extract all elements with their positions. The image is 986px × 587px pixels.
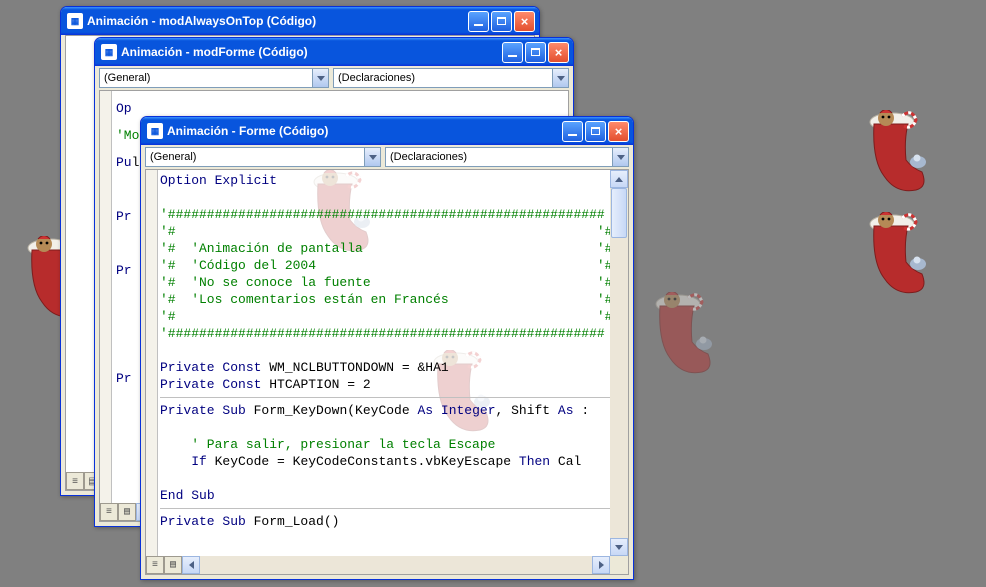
chevron-down-icon[interactable] xyxy=(552,69,568,87)
window-title: Animación - Forme (Código) xyxy=(167,124,562,138)
object-combo-text: (General) xyxy=(150,151,364,163)
procedure-combo[interactable]: (Declaraciones) xyxy=(333,68,569,88)
titlebar[interactable]: ▦ Animación - Forme (Código) × xyxy=(141,117,633,145)
view-full-module-icon[interactable]: ≡ xyxy=(66,472,84,490)
vscroll-thumb[interactable] xyxy=(611,188,627,238)
vscroll-track[interactable] xyxy=(610,238,628,538)
chevron-down-icon[interactable] xyxy=(364,148,380,166)
scrollbar-corner xyxy=(610,556,628,574)
code-editor[interactable]: Option Explicit '#######################… xyxy=(145,169,629,575)
code-peek: Op 'Mo Pul Pr Pr Pr xyxy=(116,95,139,392)
code-window-forme[interactable]: ▦ Animación - Forme (Código) × (General)… xyxy=(140,116,634,580)
chevron-down-icon[interactable] xyxy=(312,69,328,87)
maximize-button[interactable] xyxy=(525,42,546,63)
horizontal-scrollbar[interactable]: ≡ ▤ xyxy=(146,556,610,574)
procedure-combo-text: (Declaraciones) xyxy=(338,72,552,84)
app-icon: ▦ xyxy=(67,13,83,29)
titlebar[interactable]: ▦ Animación - modAlwaysOnTop (Código) × xyxy=(61,7,539,35)
maximize-button[interactable] xyxy=(585,121,606,142)
view-full-module-icon[interactable]: ≡ xyxy=(146,556,164,574)
window-title: Animación - modAlwaysOnTop (Código) xyxy=(87,14,468,28)
chevron-down-icon[interactable] xyxy=(612,148,628,166)
scroll-left-button[interactable] xyxy=(182,556,200,574)
view-procedure-icon[interactable]: ▤ xyxy=(118,503,136,521)
scroll-down-button[interactable] xyxy=(610,538,628,556)
view-full-module-icon[interactable]: ≡ xyxy=(100,503,118,521)
code-margin xyxy=(100,91,112,503)
view-procedure-icon[interactable]: ▤ xyxy=(164,556,182,574)
procedure-combo[interactable]: (Declaraciones) xyxy=(385,147,629,167)
object-proc-toolbar: (General) (Declaraciones) xyxy=(95,66,573,90)
maximize-button[interactable] xyxy=(491,11,512,32)
titlebar[interactable]: ▦ Animación - modForme (Código) × xyxy=(95,38,573,66)
close-button[interactable]: × xyxy=(548,42,569,63)
app-icon: ▦ xyxy=(101,44,117,60)
object-proc-toolbar: (General) (Declaraciones) xyxy=(141,145,633,169)
minimize-button[interactable] xyxy=(562,121,583,142)
object-combo-text: (General) xyxy=(104,72,312,84)
scroll-up-button[interactable] xyxy=(610,170,628,188)
minimize-button[interactable] xyxy=(468,11,489,32)
code-content[interactable]: Option Explicit '#######################… xyxy=(160,172,610,556)
scroll-right-button[interactable] xyxy=(592,556,610,574)
object-combo[interactable]: (General) xyxy=(99,68,329,88)
procedure-combo-text: (Declaraciones) xyxy=(390,151,612,163)
app-icon: ▦ xyxy=(147,123,163,139)
window-title: Animación - modForme (Código) xyxy=(121,45,502,59)
object-combo[interactable]: (General) xyxy=(145,147,381,167)
hscroll-track[interactable] xyxy=(200,556,592,574)
minimize-button[interactable] xyxy=(502,42,523,63)
code-margin xyxy=(146,170,158,556)
close-button[interactable]: × xyxy=(608,121,629,142)
close-button[interactable]: × xyxy=(514,11,535,32)
vertical-scrollbar[interactable] xyxy=(610,170,628,556)
